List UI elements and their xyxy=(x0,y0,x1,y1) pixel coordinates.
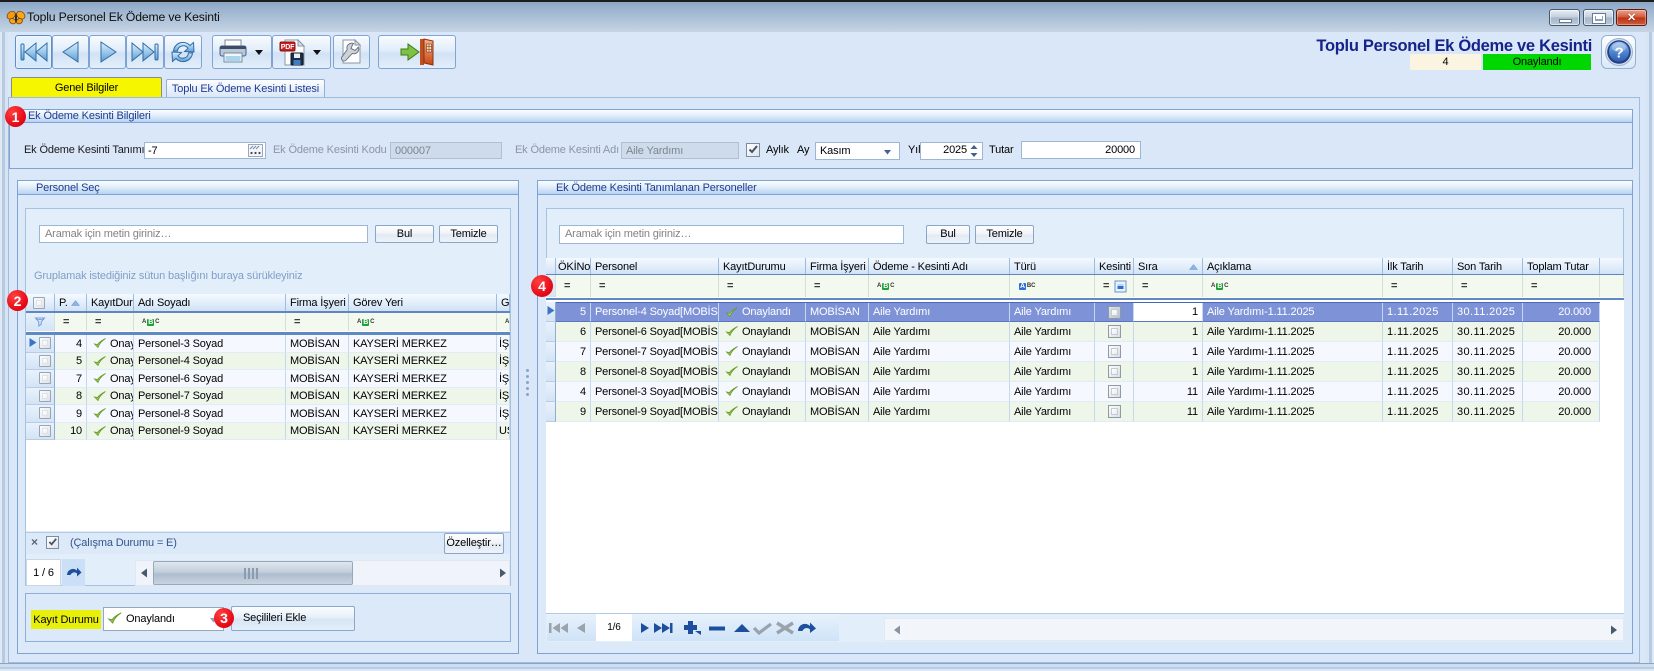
svg-text:PDF: PDF xyxy=(281,44,295,51)
svg-text:?: ? xyxy=(1614,45,1623,62)
